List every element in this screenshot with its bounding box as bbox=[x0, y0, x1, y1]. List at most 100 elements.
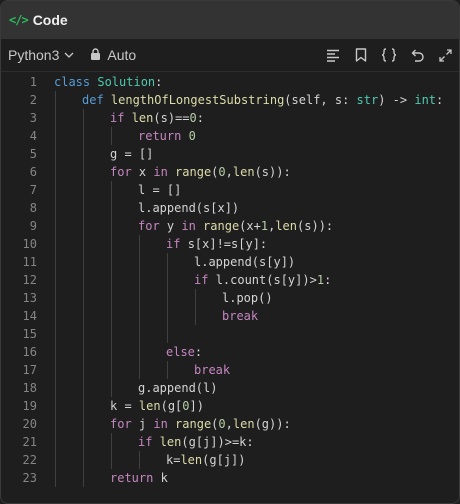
code-token: (s)): bbox=[297, 219, 334, 233]
code-line[interactable]: 16 else: bbox=[1, 343, 459, 361]
code-token: range bbox=[175, 165, 212, 179]
indent-guide bbox=[139, 343, 140, 361]
indent-guide bbox=[55, 433, 56, 451]
indent-guide bbox=[83, 361, 84, 379]
code-line[interactable]: 10 if s[x]!=s[y]: bbox=[1, 235, 459, 253]
indent-guide bbox=[83, 145, 84, 163]
line-number: 3 bbox=[29, 111, 37, 125]
indent-guide bbox=[55, 253, 56, 271]
line-number: 7 bbox=[29, 183, 37, 197]
indent-guide bbox=[55, 451, 56, 469]
code-text: l = [] bbox=[138, 181, 181, 199]
code-line[interactable]: 7 l = [] bbox=[1, 181, 459, 199]
code-line[interactable]: 19 k = len(g[0]) bbox=[1, 397, 459, 415]
braces-icon[interactable] bbox=[381, 47, 397, 63]
indent-guide bbox=[167, 271, 168, 289]
line-number: 14 bbox=[22, 309, 37, 323]
indent-guide bbox=[139, 451, 140, 469]
code-token: : bbox=[324, 273, 332, 287]
code-token: 0 bbox=[188, 129, 196, 143]
indent-guide bbox=[111, 307, 112, 325]
scrollbar[interactable] bbox=[450, 73, 458, 501]
code-line[interactable]: 1 class Solution: bbox=[1, 73, 459, 91]
code-line[interactable]: 17 break bbox=[1, 361, 459, 379]
code-token: range bbox=[175, 417, 212, 431]
code-text: if len(s)==0: bbox=[110, 109, 204, 127]
code-token: len bbox=[138, 399, 161, 413]
code-token: if bbox=[110, 111, 132, 125]
code-text: if len(g[j])>=k: bbox=[138, 433, 254, 451]
indent-guide bbox=[111, 235, 112, 253]
code-line[interactable]: 4 return 0 bbox=[1, 127, 459, 145]
indent-guide bbox=[83, 343, 84, 361]
expand-icon[interactable] bbox=[437, 47, 453, 63]
code-token: len bbox=[180, 453, 203, 467]
code-token: lengthOfLongestSubstring bbox=[110, 93, 285, 107]
code-token: if bbox=[166, 237, 188, 251]
chevron-down-icon bbox=[64, 50, 74, 60]
editor-tools bbox=[325, 47, 453, 63]
line-number: 10 bbox=[22, 237, 37, 251]
indent-guide bbox=[55, 469, 56, 487]
code-token: 1 bbox=[316, 273, 325, 287]
code-line[interactable]: 5 g = [] bbox=[1, 145, 459, 163]
code-token: str bbox=[356, 93, 379, 107]
indent-guide bbox=[55, 199, 56, 217]
code-text: k=len(g[j]) bbox=[166, 451, 246, 469]
code-line[interactable]: 21 if len(g[j])>=k: bbox=[1, 433, 459, 451]
code-token: else bbox=[166, 345, 195, 359]
indent-guide bbox=[55, 181, 56, 199]
bookmark-icon[interactable] bbox=[353, 47, 369, 63]
indent-guide bbox=[167, 361, 168, 379]
code-editor[interactable]: 1 class Solution: 2 def lengthOfLongestSubs… bbox=[1, 73, 459, 487]
line-number: 4 bbox=[29, 129, 37, 143]
code-line[interactable]: 6 for x in range(0,len(s)): bbox=[1, 163, 459, 181]
auto-mode[interactable]: Auto bbox=[90, 47, 136, 63]
indent-guide bbox=[83, 199, 84, 217]
indent-guide bbox=[83, 235, 84, 253]
code-line[interactable]: 3 if len(s)==0: bbox=[1, 109, 459, 127]
code-token: len bbox=[232, 165, 255, 179]
code-line[interactable]: 18 g.append(l) bbox=[1, 379, 459, 397]
indent-guide bbox=[83, 253, 84, 271]
language-selector[interactable]: Python3 bbox=[8, 47, 74, 63]
editor-toolbar: Python3 Auto bbox=[1, 39, 459, 72]
code-token: : bbox=[196, 111, 204, 125]
code-token: range bbox=[203, 219, 240, 233]
code-token: (g[j])>=k: bbox=[181, 435, 254, 449]
code-line[interactable]: 12 if l.count(s[y])>1: bbox=[1, 271, 459, 289]
indent-guide bbox=[55, 397, 56, 415]
code-token: len bbox=[232, 417, 255, 431]
align-left-icon[interactable] bbox=[325, 47, 341, 63]
code-token: (self, s: bbox=[284, 93, 357, 107]
indent-guide bbox=[167, 289, 168, 307]
code-line[interactable]: 22 k=len(g[j]) bbox=[1, 451, 459, 469]
code-line[interactable]: 23 return k bbox=[1, 469, 459, 487]
code-line[interactable]: 15 bbox=[1, 325, 459, 343]
code-line[interactable]: 14 break bbox=[1, 307, 459, 325]
code-line[interactable]: 11 l.append(s[y]) bbox=[1, 253, 459, 271]
indent-guide bbox=[55, 379, 56, 397]
undo-icon[interactable] bbox=[409, 47, 425, 63]
code-text: break bbox=[194, 361, 230, 379]
code-line[interactable]: 2 def lengthOfLongestSubstring(self, s: s… bbox=[1, 91, 459, 109]
indent-guide bbox=[83, 451, 84, 469]
code-token: l.count(s[y])> bbox=[215, 273, 317, 287]
auto-label: Auto bbox=[107, 47, 137, 63]
line-number: 16 bbox=[22, 345, 37, 359]
code-token: class bbox=[54, 75, 98, 89]
indent-guide bbox=[55, 91, 56, 109]
code-token: 0 bbox=[218, 165, 226, 179]
code-token: g = [] bbox=[110, 147, 154, 161]
indent-guide bbox=[55, 325, 56, 343]
code-token: (s)== bbox=[153, 111, 190, 125]
code-line[interactable]: 13 l.pop() bbox=[1, 289, 459, 307]
indent-guide bbox=[83, 307, 84, 325]
indent-guide bbox=[111, 433, 112, 451]
indent-guide bbox=[167, 253, 168, 271]
indent-guide bbox=[139, 289, 140, 307]
code-token: g.append(l) bbox=[138, 381, 218, 395]
code-line[interactable]: 20 for j in range(0,len(g)): bbox=[1, 415, 459, 433]
code-line[interactable]: 8 l.append(s[x]) bbox=[1, 199, 459, 217]
code-line[interactable]: 9 for y in range(x+1,len(s)): bbox=[1, 217, 459, 235]
